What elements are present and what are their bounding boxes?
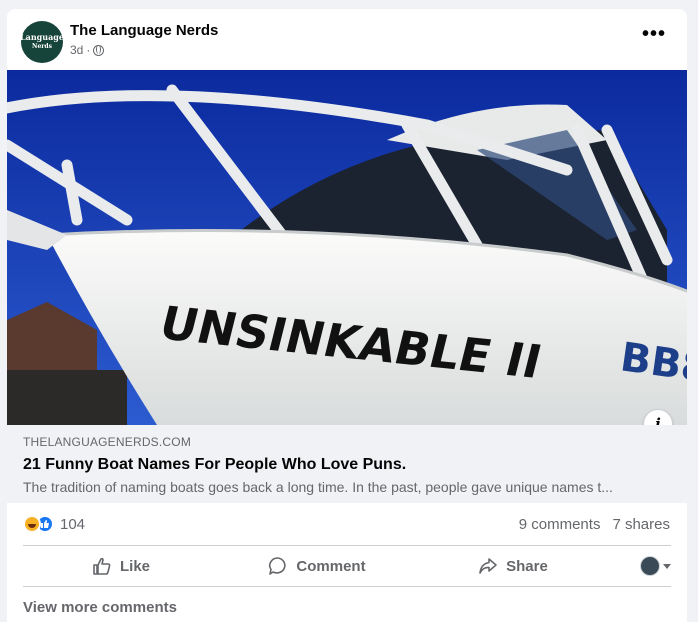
- comment-label: Comment: [296, 557, 366, 575]
- haha-reaction-icon: [23, 515, 41, 533]
- comment-button[interactable]: Comment: [219, 546, 415, 586]
- link-description: The tradition of naming boats goes back …: [23, 479, 613, 495]
- meta-separator: ·: [86, 43, 91, 57]
- share-label: Share: [506, 557, 548, 575]
- share-button[interactable]: Share: [415, 546, 611, 586]
- reaction-audience-selector[interactable]: [611, 546, 671, 586]
- post-meta: 3d ·: [70, 43, 105, 57]
- link-preview[interactable]: THELANGUAGENERDS.COM 21 Funny Boat Names…: [7, 425, 687, 503]
- post-card: Language Nerds The Language Nerds 3d · •…: [7, 9, 687, 622]
- boat-photo: UNSINKABLE II BB859: [7, 70, 687, 425]
- reaction-count: 104: [60, 515, 86, 533]
- like-button[interactable]: Like: [23, 546, 219, 586]
- comments-count-link[interactable]: 9 comments: [519, 516, 601, 533]
- avatar-text-top: Language: [20, 32, 64, 42]
- divider-bottom: [23, 586, 671, 587]
- comment-icon: [269, 557, 287, 575]
- post-photo[interactable]: UNSINKABLE II BB859: [7, 70, 687, 425]
- engagement-counts: 9 comments 7 shares: [519, 516, 670, 533]
- page-name-link[interactable]: The Language Nerds: [70, 22, 218, 39]
- page-avatar[interactable]: Language Nerds: [20, 21, 64, 63]
- user-avatar: [640, 556, 660, 576]
- shares-count-link[interactable]: 7 shares: [612, 516, 670, 533]
- post-actions: Like Comment Share: [23, 546, 671, 586]
- post-time[interactable]: 3d: [70, 43, 83, 57]
- globe-icon: [93, 44, 105, 56]
- thumbs-up-icon: [93, 557, 111, 575]
- avatar-text-bottom: Nerds: [31, 43, 53, 50]
- reactions-summary[interactable]: 104: [23, 514, 85, 534]
- view-more-comments-link[interactable]: View more comments: [23, 599, 177, 616]
- more-options-button[interactable]: •••: [640, 24, 668, 51]
- link-domain: THELANGUAGENERDS.COM: [23, 435, 192, 449]
- like-label: Like: [119, 557, 150, 575]
- post-header: Language Nerds The Language Nerds 3d · •…: [7, 9, 687, 69]
- chevron-down-icon: [663, 563, 671, 569]
- link-title[interactable]: 21 Funny Boat Names For People Who Love …: [23, 456, 406, 474]
- share-icon: [479, 558, 497, 574]
